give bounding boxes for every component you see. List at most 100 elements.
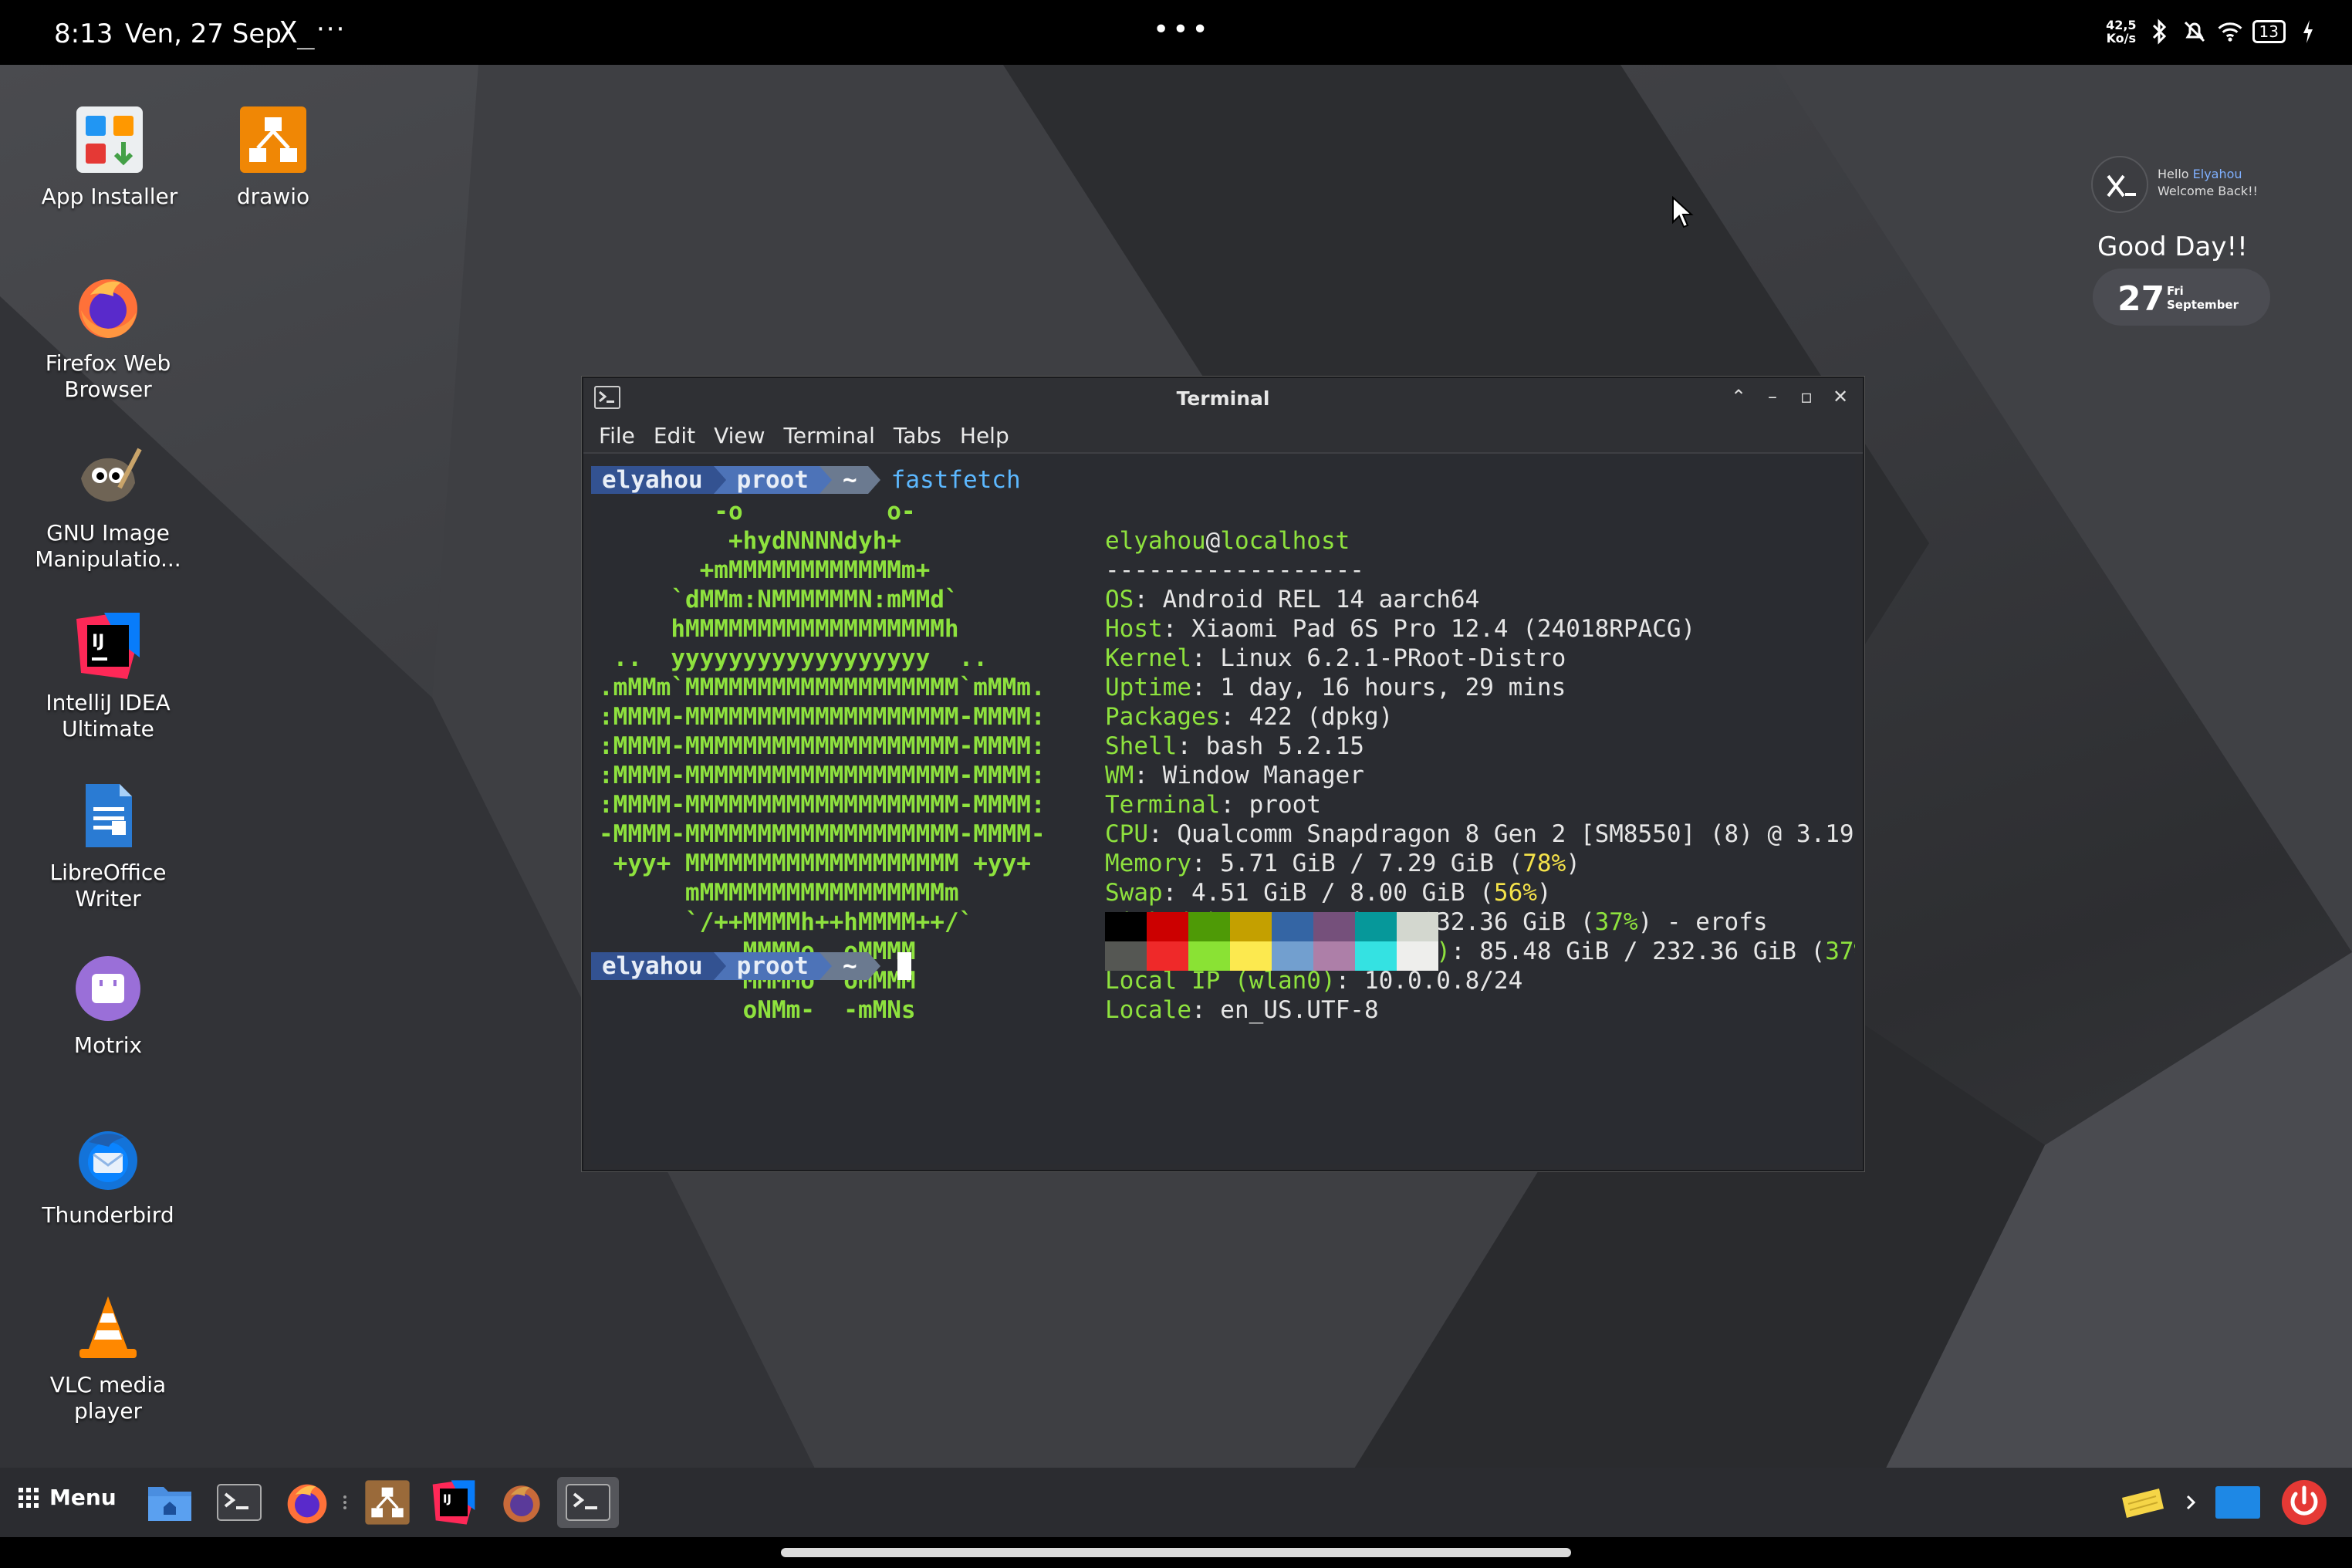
prompt-dir: ~ [831, 952, 868, 980]
firefox-icon [503, 1485, 540, 1522]
home-gesture-bar[interactable] [781, 1548, 1571, 1557]
logo-line: :MMMM-MMMMMMMMMMMMMMMMMMM-MMMM: [599, 703, 1046, 731]
firefox-icon [287, 1484, 327, 1524]
workspace-switcher[interactable] [2210, 1478, 2266, 1526]
desktop-icon-label: Thunderbird [42, 1202, 174, 1228]
color-swatch [1355, 912, 1397, 941]
color-palette [1105, 912, 1438, 971]
info-row: Terminal: proot [1105, 791, 1321, 819]
info-row: Packages: 422 (dpkg) [1105, 703, 1394, 731]
start-menu-button[interactable]: Menu [19, 1485, 117, 1510]
prompt-host: proot [725, 466, 819, 494]
taskbar-drawio[interactable] [357, 1477, 418, 1528]
intellij-icon: IJ [76, 613, 140, 679]
menu-file[interactable]: File [599, 423, 635, 448]
shade-button[interactable]: ⌃ [1730, 386, 1747, 407]
widget-weekday: Fri [2167, 284, 2184, 298]
network-speed: 42,5 Ko/s [2106, 18, 2137, 46]
desktop-icon-label: IntelliJ IDEA Ultimate [46, 690, 171, 742]
color-swatch [1188, 912, 1230, 941]
desktop-icon-label: Motrix [73, 1032, 143, 1058]
terminal-window[interactable]: Terminal ⌃ – ▫ ✕ File Edit View Terminal… [582, 377, 1864, 1171]
color-swatch [1105, 941, 1147, 971]
desktop-icon-thunderbird[interactable]: Thunderbird [23, 1124, 193, 1228]
window-options-icon[interactable]: ••• [1153, 14, 1211, 46]
menu-label: Menu [49, 1485, 117, 1510]
svg-text:IJ: IJ [443, 1493, 451, 1506]
logo-line: oNMm- -mMNs [599, 996, 916, 1024]
terminal-icon [566, 1484, 610, 1521]
color-swatch [1355, 941, 1397, 971]
info-row: WM: Window Manager [1105, 762, 1364, 789]
widget-day: 27 [2117, 279, 2165, 319]
desktop-icon-label: App Installer [41, 184, 178, 209]
color-swatch [1313, 912, 1355, 941]
drawio-icon [365, 1480, 410, 1525]
color-swatch [1188, 941, 1230, 971]
logo-line: .. yyyyyyyyyyyyyyyyyy .. [599, 644, 988, 672]
terminal-output[interactable]: elyahou proot ~ fastfetch -o o- +hydNNNN… [591, 455, 1855, 1164]
prompt-user: elyahou [591, 466, 714, 494]
motrix-icon [76, 956, 140, 1021]
status-bar: 8:13 Ven, 27 Sep X_ ··· ••• 42,5 Ko/s 13 [0, 0, 2352, 65]
menu-help[interactable]: Help [960, 423, 1009, 448]
wifi-icon [2217, 19, 2243, 45]
desktop-icon-intellij[interactable]: IJ IntelliJ IDEA Ultimate [23, 611, 193, 742]
widget-month: September [2167, 298, 2239, 312]
notes-icon [2122, 1489, 2164, 1518]
color-swatch [1272, 941, 1313, 971]
info-row: Shell: bash 5.2.15 [1105, 732, 1364, 760]
intellij-icon: IJ [432, 1480, 475, 1525]
terminal-titlebar[interactable]: Terminal ⌃ – ▫ ✕ [583, 378, 1863, 418]
desktop-icon-drawio[interactable]: drawio [188, 105, 358, 210]
mouse-cursor-icon [1672, 196, 1694, 228]
taskbar-notes[interactable] [2114, 1478, 2170, 1526]
logo-line: :MMMM-MMMMMMMMMMMMMMMMMMM-MMMM: [599, 791, 1046, 819]
gimp-icon [81, 448, 142, 502]
maximize-button[interactable]: ▫ [1798, 386, 1815, 407]
shell-prompt: elyahou proot ~ [591, 951, 911, 982]
desktop-icon-app-installer[interactable]: App Installer [25, 105, 194, 210]
menu-edit[interactable]: Edit [654, 423, 695, 448]
taskbar-intellij[interactable]: IJ [423, 1477, 485, 1528]
color-swatch [1397, 912, 1438, 941]
logo-line: hMMMMMMMMMMMMMMMMMMh [599, 615, 959, 643]
desktop-icon-motrix[interactable]: Motrix [23, 954, 193, 1059]
widget-greeting: Good Day!! [2097, 231, 2248, 262]
taskbar-file-manager[interactable] [139, 1477, 201, 1528]
info-row: Uptime: 1 day, 16 hours, 29 mins [1105, 674, 1566, 701]
minimize-button[interactable]: – [1764, 386, 1781, 407]
vlc-icon [79, 1296, 137, 1358]
desktop-icon-gimp[interactable]: GNU Image Manipulatio... [23, 441, 193, 573]
taskbar-terminal[interactable] [208, 1477, 270, 1528]
menu-terminal[interactable]: Terminal [784, 423, 875, 448]
firefox-icon [79, 279, 137, 338]
taskbar-terminal-active[interactable] [557, 1477, 619, 1528]
info-row: Host: Xiaomi Pad 6S Pro 12.4 (24018RPACG… [1105, 615, 1696, 643]
desktop-icon-firefox[interactable]: Firefox Web Browser [23, 272, 193, 403]
taskbar-separator [343, 1494, 347, 1511]
color-swatch [1147, 941, 1188, 971]
file-manager-icon [148, 1487, 191, 1521]
desktop-icon-vlc[interactable]: VLC media player [23, 1293, 193, 1424]
text-cursor [897, 952, 911, 980]
taskbar-firefox-2[interactable] [491, 1477, 553, 1528]
x-app-icon: X_ [279, 15, 315, 49]
terminal-menubar: File Edit View Terminal Tabs Help [583, 418, 1863, 454]
power-button[interactable] [2276, 1478, 2332, 1526]
menu-tabs[interactable]: Tabs [894, 423, 941, 448]
widget-date-pill: 27 Fri September [2093, 269, 2270, 326]
chevron-right-icon[interactable] [2179, 1478, 2202, 1526]
more-notifications-icon[interactable]: ··· [316, 14, 346, 45]
close-button[interactable]: ✕ [1832, 386, 1849, 407]
taskbar-firefox[interactable] [276, 1477, 338, 1528]
terminal-icon [217, 1484, 262, 1521]
logo-line: +mMMMMMMMMMMMMm+ [599, 556, 931, 584]
color-swatch [1313, 941, 1355, 971]
menu-view[interactable]: View [714, 423, 765, 448]
desktop-icon-libreoffice-writer[interactable]: LibreOffice Writer [23, 781, 193, 912]
bell-muted-icon [2181, 19, 2208, 45]
desktop-icon-label: GNU Image Manipulatio... [35, 520, 181, 572]
libreoffice-writer-icon [86, 784, 132, 847]
prompt-dir: ~ [831, 466, 868, 494]
